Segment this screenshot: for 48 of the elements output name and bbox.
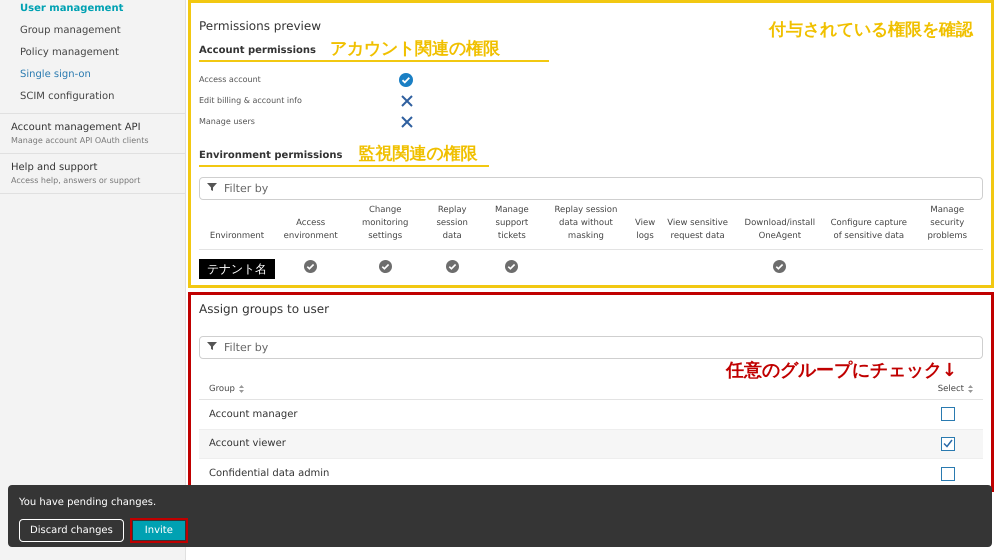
panel-title: Permissions preview <box>199 18 322 35</box>
sortable-column-header[interactable]: Group <box>209 383 235 396</box>
column-header: Environment <box>208 230 266 242</box>
sort-icon <box>968 385 973 394</box>
filter-icon <box>207 182 217 192</box>
sidebar-item[interactable]: SCIM configuration <box>20 88 185 105</box>
sidebar-item[interactable]: Policy management <box>20 44 185 61</box>
checkbox[interactable] <box>941 407 955 422</box>
sortable-column-header[interactable]: Select <box>938 383 964 396</box>
sort-icon <box>238 385 244 394</box>
discard-button[interactable]: Discard changes <box>19 519 124 542</box>
column-header: Replay session data <box>435 204 469 242</box>
column-header: Download/install OneAgent <box>744 216 816 242</box>
section-heading: Account permissions <box>199 44 316 58</box>
column-header: View sensitive request data <box>666 216 729 242</box>
sidebar-section-link[interactable]: Account management API <box>11 120 185 135</box>
group-name: Confidential data admin <box>209 467 330 482</box>
filter-field[interactable]: Filter by <box>199 336 983 359</box>
column-header: View logs <box>634 216 656 242</box>
group-name: Account manager <box>209 408 298 422</box>
section-heading: Environment permissions <box>199 148 342 162</box>
permission-label: Edit billing & account info <box>199 95 302 107</box>
pending-message: You have pending changes. <box>19 496 158 510</box>
panel-title: Assign groups to user <box>199 301 330 318</box>
sidebar-section-link[interactable]: Help and support <box>11 160 185 175</box>
column-header: Manage support tickets <box>494 204 530 242</box>
permission-label: Manage users <box>199 116 255 128</box>
sidebar-item[interactable]: Single sign-on <box>20 66 185 83</box>
permission-label: Access account <box>199 74 261 86</box>
environment-name: テナント名 <box>199 258 275 278</box>
filter-icon <box>207 341 217 351</box>
column-header: Replay session data without masking <box>553 204 618 242</box>
annotation-text: アカウント関連の権限 <box>330 38 500 60</box>
column-header: Manage security problems <box>926 204 968 242</box>
annotation-text: 付与されている権限を確認 <box>769 19 973 42</box>
sidebar-item[interactable]: Group management <box>20 22 185 39</box>
annotation-text: 監視関連の権限 <box>358 142 478 164</box>
sidebar-section-subtitle: Access help, answers or support <box>11 175 142 187</box>
annotation-text: 任意のグループにチェック↓ <box>726 360 957 382</box>
column-header: Access environment <box>282 216 339 242</box>
checkmark-icon <box>943 439 953 448</box>
group-name: Account viewer <box>209 437 286 452</box>
column-header: Change monitoring settings <box>361 204 410 242</box>
filter-field[interactable]: Filter by <box>199 176 983 200</box>
sidebar-section-subtitle: Manage account API OAuth clients <box>11 135 150 147</box>
column-header: Configure capture of sensitive data <box>830 216 908 242</box>
checkbox[interactable] <box>941 466 955 481</box>
checkbox[interactable] <box>941 436 955 451</box>
